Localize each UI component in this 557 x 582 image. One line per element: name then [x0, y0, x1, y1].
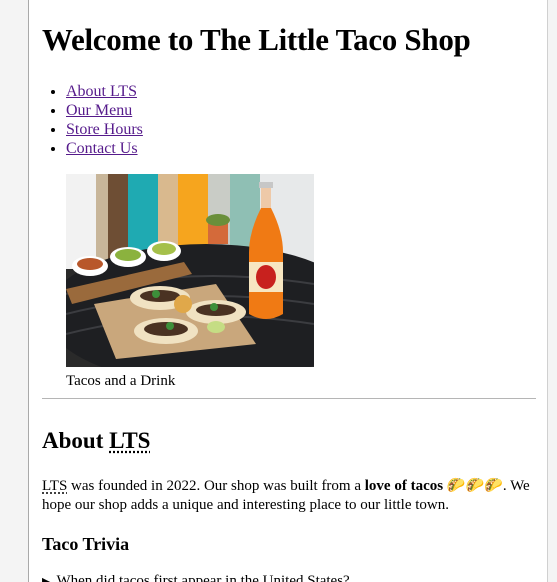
nav-link-contact[interactable]: Contact Us	[66, 140, 138, 157]
page-title: Welcome to The Little Taco Shop	[42, 22, 471, 57]
taco-emoji: 🌮🌮🌮	[446, 478, 503, 494]
nav-item-about: About LTS	[66, 82, 143, 101]
photo-caption: Tacos and a Drink	[66, 373, 176, 389]
nav-item-contact: Contact Us	[66, 139, 143, 158]
about-paragraph: LTS was founded in 2022. Our shop was bu…	[42, 477, 534, 515]
section-divider	[42, 398, 536, 399]
about-bold: love of tacos	[364, 478, 444, 494]
trivia-question-toggle[interactable]: ▶ When did tacos first appear in the Unit…	[42, 573, 350, 582]
nav-item-hours: Store Hours	[66, 120, 143, 139]
disclosure-triangle-icon: ▶	[42, 576, 51, 582]
about-heading: About LTS	[42, 428, 150, 454]
page: Welcome to The Little Taco Shop About LT…	[28, 0, 548, 582]
about-heading-prefix: About	[42, 428, 110, 453]
about-abbr: LTS	[42, 478, 68, 494]
trivia-question: When did tacos first appear in the Unite…	[56, 573, 350, 582]
about-text-1: was founded in 2022. Our shop was built …	[67, 478, 365, 494]
tacos-photo	[66, 174, 314, 367]
nav-list: About LTS Our Menu Store Hours Contact U…	[42, 82, 143, 158]
about-heading-abbr: LTS	[109, 428, 151, 453]
tacos-figure: Tacos and a Drink	[66, 174, 314, 390]
trivia-heading: Taco Trivia	[42, 534, 130, 554]
nav-link-menu[interactable]: Our Menu	[66, 102, 132, 119]
nav-link-hours[interactable]: Store Hours	[66, 121, 143, 138]
nav-item-menu: Our Menu	[66, 101, 143, 120]
nav-link-about[interactable]: About LTS	[66, 83, 137, 100]
